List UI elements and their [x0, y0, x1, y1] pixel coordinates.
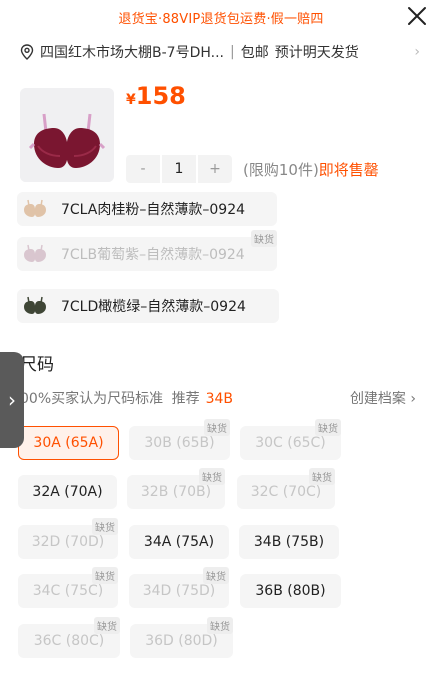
size-label: 36D (80D) — [145, 633, 218, 649]
chevron-right-icon: › — [8, 388, 16, 412]
shipping-eta-label: 预计明天发货 — [274, 45, 359, 61]
product-thumbnail[interactable] — [20, 88, 114, 182]
variant-thumb-icon — [24, 296, 46, 314]
variant-option[interactable]: 7CLB葡萄紫–自然薄款–0924 缺货 — [17, 230, 277, 271]
purchase-limit: (限购10件)即将售罄 — [243, 159, 379, 180]
size-option[interactable]: 32B (70B) 缺货 — [127, 468, 225, 509]
close-icon[interactable] — [406, 5, 428, 27]
out-of-stock-badge: 缺货 — [204, 419, 230, 436]
product-summary: ¥158 - 1 + (限购10件)即将售罄 — [0, 78, 442, 188]
decrease-button[interactable]: - — [126, 161, 160, 177]
size-label: 34B (75B) — [253, 534, 325, 550]
variant-thumb-icon — [24, 199, 46, 217]
size-option[interactable]: 30B (65B) 缺货 — [129, 419, 230, 460]
size-option[interactable]: 34C (75C) 缺货 — [18, 567, 118, 608]
variant-label: 7CLD橄榄绿–自然薄款–0924 — [61, 299, 246, 315]
size-option[interactable]: 34B (75B) — [239, 525, 339, 559]
recommend-size: 34B — [205, 391, 233, 407]
variant-option[interactable]: 7CLA肉桂粉–自然薄款–0924 — [17, 192, 277, 226]
bra-image-icon — [20, 88, 114, 182]
create-profile-link[interactable]: 创建档案 › — [350, 388, 416, 408]
out-of-stock-badge: 缺货 — [315, 419, 341, 436]
quantity-stepper: - 1 + — [126, 155, 232, 183]
size-option[interactable]: 30C (65C) 缺货 — [240, 419, 341, 460]
variant-option[interactable]: 7CLD橄榄绿–自然薄款–0924 — [17, 289, 279, 323]
size-option[interactable]: 34D (75D) 缺货 — [129, 567, 229, 608]
address-row[interactable]: 四国红木市场大棚B-7号DH... | 包邮 预计明天发货 › — [0, 38, 442, 66]
out-of-stock-badge: 缺货 — [92, 567, 118, 584]
size-label: 30C (65C) — [255, 435, 326, 451]
size-fit-text: 00%买家认为尺码标准 — [20, 391, 164, 407]
out-of-stock-badge: 缺货 — [207, 617, 233, 634]
promo-banner-text: 退货宝·88VIP退货包运费·假一赔四 — [118, 11, 324, 27]
shipping-free-label: 包邮 — [240, 45, 269, 61]
size-option[interactable]: 36B (80B) — [240, 574, 341, 608]
chevron-right-icon: › — [414, 44, 420, 60]
size-label: 36B (80B) — [255, 583, 326, 599]
create-profile-label: 创建档案 — [349, 391, 406, 407]
variant-thumb-icon — [24, 244, 46, 262]
out-of-stock-badge: 缺货 — [94, 617, 120, 634]
recommend-label: 推荐 — [171, 391, 200, 407]
price-currency: ¥ — [126, 92, 136, 108]
out-of-stock-badge: 缺货 — [251, 230, 277, 247]
variant-label: 7CLB葡萄紫–自然薄款–0924 — [61, 247, 245, 263]
size-label: 30B (65B) — [144, 435, 215, 451]
price: ¥158 — [126, 82, 186, 110]
size-option[interactable]: 36C (80C) 缺货 — [18, 617, 120, 658]
out-of-stock-badge: 缺货 — [203, 567, 229, 584]
size-label: 34D (75D) — [142, 583, 216, 599]
size-label: 32A (70A) — [32, 484, 103, 500]
price-value: 158 — [135, 82, 186, 110]
promo-banner: 退货宝·88VIP退货包运费·假一赔四 — [0, 0, 442, 34]
out-of-stock-badge: 缺货 — [199, 468, 225, 485]
size-fit-row: 00%买家认为尺码标准 推荐 34B 创建档案 › — [20, 388, 430, 408]
selling-out-text: 即将售罄 — [318, 161, 379, 179]
variant-label: 7CLA肉桂粉–自然薄款–0924 — [61, 202, 246, 218]
size-label: 30A (65A) — [33, 435, 104, 451]
side-drawer-tab[interactable]: › — [0, 352, 24, 448]
purchase-limit-text: (限购10件) — [243, 161, 319, 179]
address-divider: | — [229, 44, 235, 60]
size-option[interactable]: 36D (80D) 缺货 — [130, 617, 233, 658]
size-label: 32B (70B) — [140, 484, 212, 500]
size-option[interactable]: 34A (75A) — [129, 525, 229, 559]
size-option[interactable]: 32D (70D) 缺货 — [18, 518, 118, 559]
size-section-title: 尺码 — [20, 355, 54, 375]
out-of-stock-badge: 缺货 — [309, 468, 335, 485]
size-option[interactable]: 32A (70A) — [18, 475, 117, 509]
size-label: 34A (75A) — [143, 534, 215, 550]
out-of-stock-badge: 缺货 — [92, 518, 118, 535]
size-label: 32C (70C) — [250, 484, 322, 500]
chevron-right-icon: › — [410, 391, 416, 407]
size-option[interactable]: 30A (65A) — [18, 426, 119, 460]
location-pin-icon — [20, 44, 34, 60]
address-text: 四国红木市场大棚B-7号DH... — [40, 45, 224, 61]
increase-button[interactable]: + — [198, 161, 232, 177]
size-label: 36C (80C) — [33, 633, 105, 649]
quantity-value[interactable]: 1 — [160, 155, 198, 183]
size-label: 32D (70D) — [31, 534, 105, 550]
size-label: 34C (75C) — [32, 583, 104, 599]
size-option[interactable]: 32C (70C) 缺货 — [237, 468, 335, 509]
